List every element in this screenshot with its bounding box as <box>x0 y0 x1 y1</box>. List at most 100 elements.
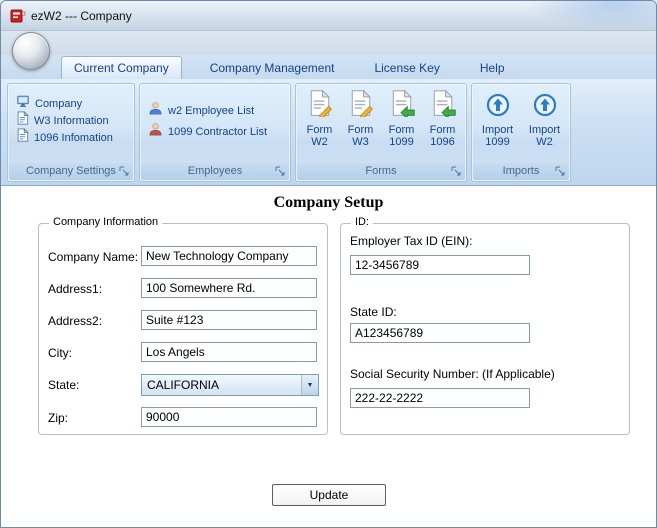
dialog-launcher-icon[interactable] <box>451 166 462 177</box>
city-label: City: <box>48 346 72 360</box>
ribbon-item-1099-contractor-list[interactable]: 1099 Contractor List <box>148 121 290 142</box>
dialog-launcher-icon[interactable] <box>555 166 566 177</box>
ribbon-item-form-1096[interactable]: Form 1096 <box>423 88 463 148</box>
ribbon-item-label: Import <box>481 124 514 136</box>
company-settings-items: Company W3 Information 1096 Infomation <box>8 84 134 146</box>
ribbon-item-1096-information[interactable]: 1096 Infomation <box>16 127 134 147</box>
ribbon-item-label: Form <box>347 124 374 136</box>
employees-items: w2 Employee List 1099 Contractor List <box>140 84 290 142</box>
employee-person-icon <box>148 101 163 121</box>
form-1099-icon <box>382 89 422 122</box>
state-id-label: State ID: <box>350 305 397 319</box>
application-menu-button[interactable] <box>12 32 50 70</box>
ribbon-item-w2-employee-list[interactable]: w2 Employee List <box>148 100 290 121</box>
page-title: Company Setup <box>273 194 384 211</box>
tab-company-management[interactable]: Company Management <box>198 57 347 79</box>
group-caption-label: Company Settings <box>26 165 116 177</box>
chevron-down-icon: ▼ <box>306 381 314 389</box>
address1-row: Address1: <box>39 278 327 300</box>
group-company-settings: Company W3 Information 1096 Infomation C… <box>7 83 135 182</box>
dialog-launcher-icon[interactable] <box>119 166 130 177</box>
ribbon-tab-strip: Current Company Company Management Licen… <box>1 55 656 79</box>
state-row: State: CALIFORNIA ▼ <box>39 374 327 396</box>
address2-input[interactable] <box>141 310 317 330</box>
state-id-input[interactable] <box>350 323 530 343</box>
ribbon-item-label: w2 Employee List <box>168 104 255 117</box>
ssn-input[interactable] <box>350 388 530 408</box>
tab-license-key[interactable]: License Key <box>362 57 451 79</box>
import-w2-icon <box>522 89 568 122</box>
form-w3-icon <box>341 89 381 122</box>
company-information-group: Company Information Company Name: Addres… <box>38 216 328 435</box>
company-name-input[interactable] <box>141 246 317 266</box>
form-w2-icon <box>300 89 340 122</box>
contractor-person-icon <box>148 122 163 142</box>
ribbon-item-import-1099[interactable]: Import 1099 <box>475 88 521 148</box>
state-label: State: <box>48 378 80 392</box>
form-1096-icon <box>423 89 463 122</box>
ribbon-item-label: W3 Information <box>34 114 109 127</box>
address2-label: Address2: <box>48 314 103 328</box>
ribbon-item-label: W2 <box>311 136 328 148</box>
tab-help[interactable]: Help <box>468 57 517 79</box>
combo-dropdown-button[interactable]: ▼ <box>301 375 318 395</box>
ribbon-item-label: W2 <box>536 136 553 148</box>
address1-input[interactable] <box>141 278 317 298</box>
id-legend: ID: <box>351 216 374 228</box>
ribbon-item-label: 1099 <box>485 136 510 148</box>
state-select[interactable]: CALIFORNIA ▼ <box>141 374 319 396</box>
group-caption-company-settings: Company Settings <box>9 163 133 180</box>
ribbon-item-label: Form <box>388 124 415 136</box>
ribbon: Company W3 Information 1096 Infomation C… <box>1 79 656 186</box>
import-1099-icon <box>475 89 521 122</box>
ribbon-item-label: Form <box>306 124 333 136</box>
group-caption-label: Employees <box>187 165 243 177</box>
imports-items: Import 1099 Import W2 <box>472 84 570 148</box>
group-caption-label: Forms <box>365 165 397 177</box>
ribbon-item-label: Form <box>429 124 456 136</box>
ribbon-item-label: 1099 <box>389 136 414 148</box>
company-information-legend: Company Information <box>49 216 163 228</box>
ribbon-item-label: 1096 Infomation <box>34 131 113 144</box>
company-name-row: Company Name: <box>39 246 327 268</box>
main-content: Company Setup Company Information Compan… <box>2 187 655 527</box>
ssn-label: Social Security Number: (If Applicable) <box>350 367 555 381</box>
form-1096-icon <box>16 127 29 147</box>
ribbon-item-label: Import <box>528 124 561 136</box>
city-input[interactable] <box>141 342 317 362</box>
group-forms: Form W2 Form W3 Form 1099 Form 1096 Form… <box>295 83 467 182</box>
group-caption-label: Imports <box>502 165 540 177</box>
ribbon-item-w3-information[interactable]: W3 Information <box>16 110 134 129</box>
zip-input[interactable] <box>141 407 317 427</box>
app-window: ezW2 --- Company ▼ Current Company Compa… <box>0 0 657 528</box>
ein-input[interactable] <box>350 255 530 275</box>
group-imports: Import 1099 Import W2 Imports <box>471 83 571 182</box>
ein-label: Employer Tax ID (EIN): <box>350 234 473 248</box>
ribbon-item-form-1099[interactable]: Form 1099 <box>382 88 422 148</box>
tab-current-company[interactable]: Current Company <box>61 56 182 79</box>
ribbon-item-label: W3 <box>352 136 369 148</box>
ribbon-item-form-w2[interactable]: Form W2 <box>300 88 340 148</box>
ribbon-item-label: 1096 <box>430 136 455 148</box>
group-caption-forms: Forms <box>297 163 465 180</box>
app-icon <box>10 8 26 24</box>
company-name-label: Company Name: <box>48 250 139 264</box>
forms-items: Form W2 Form W3 Form 1099 Form 1096 <box>296 84 466 148</box>
address2-row: Address2: <box>39 310 327 332</box>
dialog-launcher-icon[interactable] <box>275 166 286 177</box>
city-row: City: <box>39 342 327 364</box>
update-button[interactable]: Update <box>272 484 386 506</box>
quick-access-toolbar: ▼ <box>1 31 656 77</box>
ribbon-item-company[interactable]: Company <box>16 95 134 112</box>
ribbon-item-import-w2[interactable]: Import W2 <box>522 88 568 148</box>
ribbon-item-form-w3[interactable]: Form W3 <box>341 88 381 148</box>
window-title: ezW2 --- Company <box>31 9 132 23</box>
id-group: ID: Employer Tax ID (EIN): State ID: Soc… <box>340 216 630 435</box>
state-selected-value: CALIFORNIA <box>147 378 220 392</box>
group-caption-imports: Imports <box>473 163 569 180</box>
group-employees: w2 Employee List 1099 Contractor List Em… <box>139 83 291 182</box>
zip-row: Zip: <box>39 407 327 429</box>
titlebar[interactable]: ezW2 --- Company <box>1 1 656 31</box>
zip-label: Zip: <box>48 411 69 425</box>
ribbon-item-label: 1099 Contractor List <box>168 125 268 138</box>
